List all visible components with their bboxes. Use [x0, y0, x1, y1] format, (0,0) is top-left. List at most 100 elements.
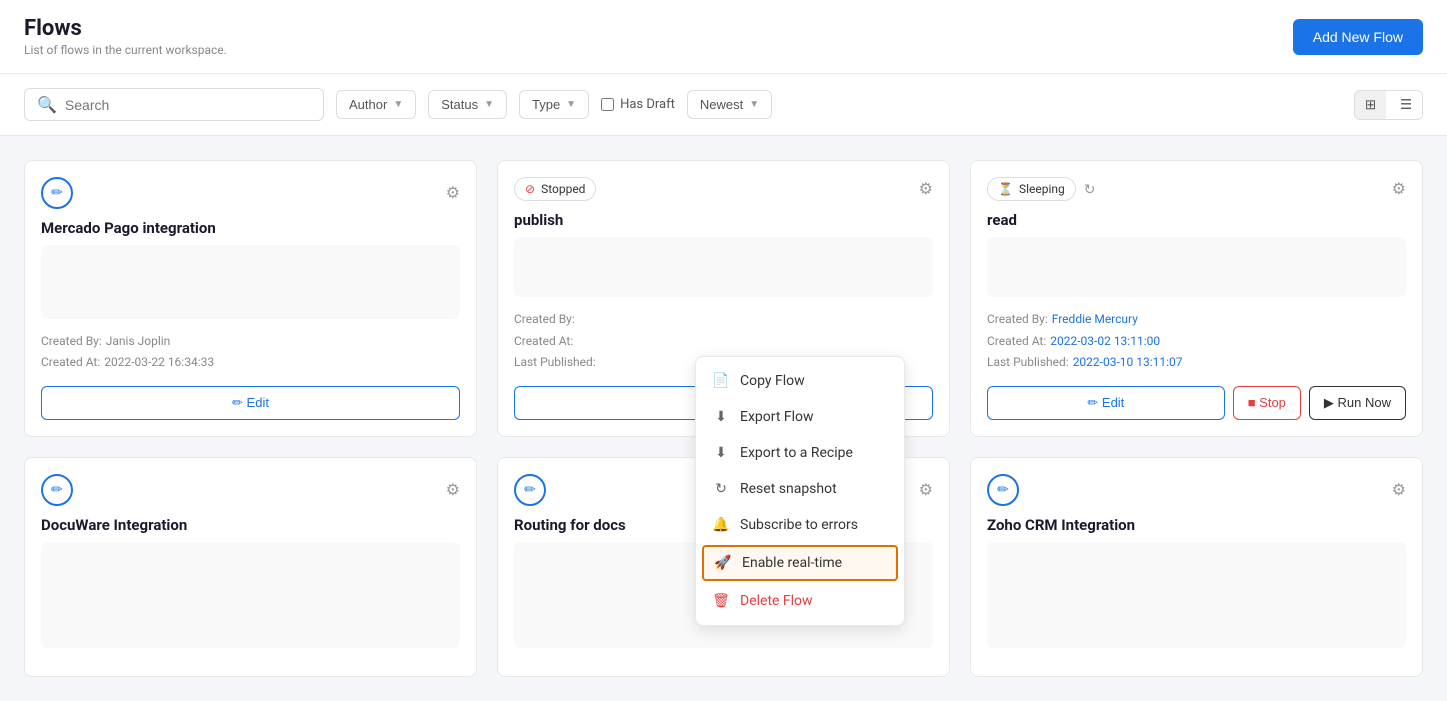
export-recipe-label: Export to a Recipe: [740, 445, 853, 461]
author-filter[interactable]: Author ▼: [336, 90, 416, 119]
flow-meta: Created By:Janis Joplin Created At:2022-…: [41, 331, 460, 374]
search-icon: 🔍: [37, 95, 57, 114]
page-title: Flows: [24, 16, 227, 41]
created-by-value: Freddie Mercury: [1052, 312, 1138, 326]
flow-card: ✏ ⚙ Mercado Pago integration Created By:…: [24, 160, 477, 437]
copy-icon: 📄: [712, 373, 730, 389]
reset-icon: ↻: [712, 481, 730, 497]
page-header: Flows List of flows in the current works…: [0, 0, 1447, 74]
search-box: 🔍: [24, 88, 324, 121]
sleeping-icon: ⏳: [998, 182, 1013, 196]
status-badge: ⏳ Sleeping: [987, 177, 1076, 201]
add-new-flow-button[interactable]: Add New Flow: [1293, 19, 1423, 55]
rocket-icon: 🚀: [714, 555, 732, 571]
status-text: Stopped: [541, 182, 585, 196]
last-published-value: 2022-03-10 13:11:07: [1073, 355, 1183, 369]
edit-button[interactable]: ✏ Edit: [987, 386, 1225, 420]
export-flow-item[interactable]: ⬇ Export Flow: [696, 399, 904, 435]
gear-button[interactable]: ⚙: [1392, 480, 1406, 500]
bell-icon: 🔔: [712, 517, 730, 533]
card-actions: ✏ Edit ■ Stop ▶ Run Now: [987, 386, 1406, 420]
created-at-label: Created At:: [987, 334, 1046, 348]
grid-view-button[interactable]: ⊞: [1355, 91, 1386, 119]
newest-sort[interactable]: Newest ▼: [687, 90, 772, 119]
flow-body: [41, 542, 460, 648]
export-flow-label: Export Flow: [740, 409, 814, 425]
stopped-icon: ⊘: [525, 182, 535, 196]
last-published-label: Last Published:: [987, 355, 1069, 369]
refresh-button[interactable]: ↻: [1084, 181, 1096, 198]
flow-body: [514, 237, 933, 297]
flow-title: read: [987, 211, 1406, 229]
context-menu: 📄 Copy Flow ⬇ Export Flow ⬇ Export to a …: [695, 356, 905, 626]
edit-button[interactable]: ✏ Edit: [41, 386, 460, 420]
created-by-label: Created By:: [41, 334, 102, 348]
status-label: Status: [441, 97, 478, 112]
subscribe-errors-item[interactable]: 🔔 Subscribe to errors: [696, 507, 904, 543]
newest-label: Newest: [700, 97, 743, 112]
gear-button[interactable]: ⚙: [446, 183, 460, 203]
flow-card: ✏ ⚙ DocuWare Integration: [24, 457, 477, 677]
list-icon: ☰: [1400, 97, 1412, 112]
flow-body: [987, 542, 1406, 648]
enable-realtime-item[interactable]: 🚀 Enable real-time: [702, 545, 898, 581]
chevron-down-icon: ▼: [566, 99, 576, 110]
gear-button[interactable]: ⚙: [446, 480, 460, 500]
flow-title: Zoho CRM Integration: [987, 516, 1406, 534]
created-at-label: Created At:: [514, 334, 573, 348]
chevron-down-icon: ▼: [484, 99, 494, 110]
card-header: ✏ ⚙: [41, 474, 460, 506]
has-draft-filter: Has Draft: [601, 97, 675, 112]
gear-button[interactable]: ⚙: [919, 179, 933, 199]
flow-icon: ✏: [987, 474, 1019, 506]
flow-card: ⏳ Sleeping ↻ ⚙ read Created By: Freddie M…: [970, 160, 1423, 437]
copy-flow-item[interactable]: 📄 Copy Flow: [696, 363, 904, 399]
status-text: Sleeping: [1019, 182, 1065, 196]
created-by-label: Created By:: [514, 312, 575, 326]
chevron-down-icon: ▼: [393, 99, 403, 110]
subscribe-errors-label: Subscribe to errors: [740, 517, 858, 533]
flow-body: [987, 237, 1406, 297]
copy-flow-label: Copy Flow: [740, 373, 805, 389]
flow-title: DocuWare Integration: [41, 516, 460, 534]
main-content: ✏ ⚙ Mercado Pago integration Created By:…: [0, 136, 1447, 701]
flow-icon: ✏: [41, 177, 73, 209]
created-at-value: 2022-03-22 16:34:33: [104, 355, 214, 369]
export-recipe-item[interactable]: ⬇ Export to a Recipe: [696, 435, 904, 471]
flow-icon: ✏: [41, 474, 73, 506]
list-view-button[interactable]: ☰: [1390, 91, 1422, 119]
flow-title: publish: [514, 211, 933, 229]
created-by-value: Janis Joplin: [106, 334, 171, 348]
delete-flow-item[interactable]: 🗑 Delete Flow: [696, 583, 904, 619]
type-label: Type: [532, 97, 560, 112]
chevron-down-icon: ▼: [749, 99, 759, 110]
flow-title: Mercado Pago integration: [41, 219, 460, 237]
reset-snapshot-item[interactable]: ↻ Reset snapshot: [696, 471, 904, 507]
flow-card: ✏ ⚙ Zoho CRM Integration: [970, 457, 1423, 677]
card-header: ⊘ Stopped ⚙: [514, 177, 933, 201]
flow-meta: Created By: Freddie Mercury Created At: 20…: [987, 309, 1406, 374]
created-by-label: Created By:: [987, 312, 1048, 326]
search-input[interactable]: [65, 97, 311, 113]
last-published-label: Last Published:: [514, 355, 596, 369]
grid-icon: ⊞: [1365, 97, 1376, 112]
run-now-button[interactable]: ▶ Run Now: [1309, 386, 1406, 420]
card-header: ⏳ Sleeping ↻ ⚙: [987, 177, 1406, 201]
reset-snapshot-label: Reset snapshot: [740, 481, 837, 497]
card-actions: ✏ Edit: [41, 386, 460, 420]
page-subtitle: List of flows in the current workspace.: [24, 43, 227, 57]
delete-flow-label: Delete Flow: [740, 593, 813, 609]
export-icon: ⬇: [712, 409, 730, 425]
toolbar: 🔍 Author ▼ Status ▼ Type ▼ Has Draft New…: [0, 74, 1447, 136]
enable-realtime-label: Enable real-time: [742, 555, 842, 571]
header-left: Flows List of flows in the current works…: [24, 16, 227, 57]
trash-icon: 🗑: [712, 593, 730, 609]
stop-button[interactable]: ■ Stop: [1233, 386, 1301, 420]
gear-button[interactable]: ⚙: [1392, 179, 1406, 199]
gear-button[interactable]: ⚙: [919, 480, 933, 500]
type-filter[interactable]: Type ▼: [519, 90, 589, 119]
flow-icon: ✏: [514, 474, 546, 506]
status-filter[interactable]: Status ▼: [428, 90, 507, 119]
has-draft-checkbox[interactable]: [601, 98, 614, 111]
status-badge: ⊘ Stopped: [514, 177, 596, 201]
